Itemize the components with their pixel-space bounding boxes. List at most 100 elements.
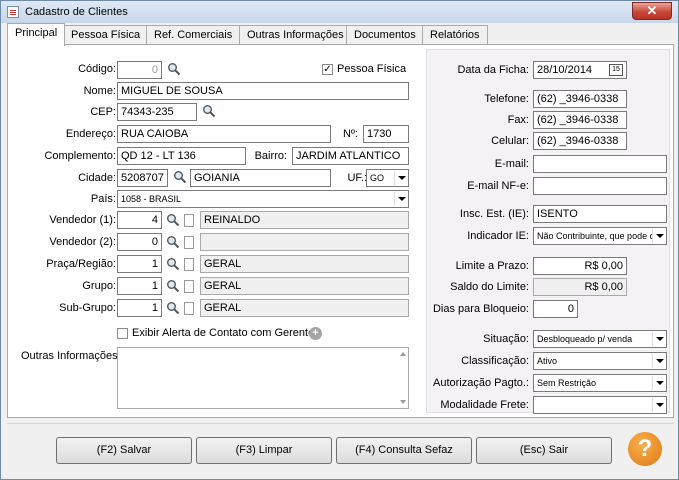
uf-value: GO [370, 173, 385, 183]
complemento-input[interactable]: QD 12 - LT 136 [117, 147, 246, 165]
nome-label: Nome: [83, 85, 116, 97]
limpar-button[interactable]: (F3) Limpar [196, 437, 332, 464]
tab-documentos[interactable]: Documentos [346, 25, 424, 45]
limite-prazo-label: Limite a Prazo: [455, 260, 529, 272]
indicador-ie-select[interactable]: Não Contribuinte, que pode ou [533, 227, 667, 245]
consulta-sefaz-button[interactable]: (F4) Consulta Sefaz [336, 437, 472, 464]
email-nfe-label: E-mail NF-e: [467, 180, 529, 192]
bairro-input[interactable]: JARDIM ATLANTICO [292, 147, 409, 165]
chevron-down-icon [652, 229, 665, 243]
email-nfe-input[interactable] [533, 177, 667, 195]
cidade-name-input[interactable]: GOIANIA [190, 169, 331, 187]
vendedor1-code-input[interactable]: 4 [117, 211, 162, 229]
endereco-input[interactable]: RUA CAIOBA [117, 125, 331, 143]
modalidade-frete-select[interactable] [533, 396, 667, 414]
tab-ref-comerciais[interactable]: Ref. Comerciais [146, 25, 241, 45]
scroll-up-icon[interactable] [400, 352, 406, 356]
cep-label: CEP: [90, 106, 116, 118]
cidade-label: Cidade: [78, 172, 116, 184]
close-button[interactable]: ✕ [632, 2, 672, 20]
modalidade-frete-label: Modalidade Frete: [440, 399, 529, 411]
outras-informacoes-textarea[interactable] [117, 347, 409, 409]
alerta-checkbox[interactable] [117, 328, 128, 339]
indicador-ie-value: Não Contribuinte, que pode ou [537, 231, 660, 241]
pais-select[interactable]: 1058 - BRASIL [117, 190, 409, 208]
nome-input[interactable]: MIGUEL DE SOUSA [117, 82, 409, 100]
numero-label: Nº: [342, 128, 358, 140]
main-window: Cadastro de Clientes ✕ Principal Pessoa … [0, 0, 679, 480]
celular-input[interactable]: (62) _3946-0338 [533, 132, 627, 150]
fax-label: Fax: [507, 114, 529, 126]
codigo-label: Código: [78, 63, 116, 75]
vendedor1-document-icon[interactable] [184, 214, 194, 227]
praca-search-icon[interactable] [166, 257, 180, 271]
email-label: E-mail: [494, 158, 529, 170]
vendedor1-name-field: REINALDO [200, 211, 409, 229]
window-title: Cadastro de Clientes [25, 6, 128, 18]
email-input[interactable] [533, 155, 667, 173]
classificacao-value: Ativo [537, 356, 558, 366]
fax-input[interactable]: (62) _3946-0338 [533, 111, 627, 129]
contact-panel: Data da Ficha: 28/10/2014 15 Telefone: (6… [426, 49, 670, 414]
uf-select[interactable]: GO [366, 169, 409, 187]
indicador-ie-label: Indicador IE: [467, 230, 529, 242]
celular-label: Celular: [491, 135, 529, 147]
uf-label: UF.: [347, 172, 367, 184]
classificacao-select[interactable]: Ativo [533, 352, 667, 370]
salvar-button[interactable]: (F2) Salvar [56, 437, 192, 464]
subgrupo-code-input[interactable]: 1 [117, 299, 162, 317]
sair-button[interactable]: (Esc) Sair [476, 437, 612, 464]
grupo-search-icon[interactable] [166, 279, 180, 293]
tab-outras-informacoes[interactable]: Outras Informações [239, 25, 352, 45]
praca-document-icon[interactable] [184, 258, 194, 271]
autorizacao-select[interactable]: Sem Restrição [533, 374, 667, 392]
data-ficha-input[interactable]: 28/10/2014 15 [533, 61, 627, 79]
situacao-select[interactable]: Desbloqueado p/ venda [533, 330, 667, 348]
codigo-input[interactable]: 0 [117, 61, 162, 79]
bairro-label: Bairro: [254, 150, 287, 162]
outras-informacoes-label: Outras Informações: [21, 350, 121, 362]
tab-principal[interactable]: Principal [7, 23, 66, 46]
codigo-search-icon[interactable] [167, 62, 181, 76]
alerta-label: Exibir Alerta de Contato com Gerente [132, 327, 315, 339]
vendedor2-document-icon[interactable] [184, 236, 194, 249]
pessoa-fisica-checkbox[interactable]: ✓ [322, 64, 333, 75]
praca-label: Praça/Região: [46, 258, 116, 270]
cidade-search-icon[interactable] [173, 170, 187, 184]
tab-pessoa-fisica[interactable]: Pessoa Física [63, 25, 149, 45]
praca-name-field: GERAL [200, 255, 409, 273]
chevron-down-icon [652, 376, 665, 390]
calendar-icon[interactable]: 15 [609, 64, 623, 76]
numero-input[interactable]: 1730 [363, 125, 409, 143]
title-bar: Cadastro de Clientes ✕ [1, 1, 678, 23]
dias-bloqueio-input[interactable]: 0 [533, 300, 578, 318]
grupo-document-icon[interactable] [184, 280, 194, 293]
scroll-down-icon[interactable] [400, 400, 406, 404]
cidade-code-input[interactable]: 5208707 [117, 169, 168, 187]
add-alert-icon[interactable]: + [309, 327, 322, 340]
autorizacao-value: Sem Restrição [537, 378, 597, 388]
vendedor2-name-field [200, 233, 409, 251]
cep-input[interactable]: 74343-235 [117, 103, 197, 121]
limite-prazo-input[interactable]: R$ 0,00 [533, 257, 627, 275]
praca-code-input[interactable]: 1 [117, 255, 162, 273]
tab-relatorios[interactable]: Relatórios [422, 25, 488, 45]
vendedor1-search-icon[interactable] [166, 213, 180, 227]
cep-search-icon[interactable] [202, 104, 216, 118]
subgrupo-search-icon[interactable] [166, 301, 180, 315]
telefone-label: Telefone: [484, 93, 529, 105]
grupo-code-input[interactable]: 1 [117, 277, 162, 295]
subgrupo-document-icon[interactable] [184, 302, 194, 315]
dias-bloqueio-label: Dias para Bloqueio: [432, 303, 529, 315]
vendedor2-code-input[interactable]: 0 [117, 233, 162, 251]
app-icon [7, 6, 19, 18]
vendedor2-search-icon[interactable] [166, 235, 180, 249]
textarea-scrollbar[interactable] [398, 348, 408, 408]
saldo-limite-field: R$ 0,00 [533, 278, 627, 296]
insc-est-input[interactable]: ISENTO [533, 205, 667, 223]
chevron-down-icon [652, 398, 665, 412]
help-icon[interactable]: ? [628, 432, 662, 466]
pais-value: 1058 - BRASIL [121, 194, 182, 204]
telefone-input[interactable]: (62) _3946-0338 [533, 90, 627, 108]
vendedor2-label: Vendedor (2): [49, 236, 116, 248]
